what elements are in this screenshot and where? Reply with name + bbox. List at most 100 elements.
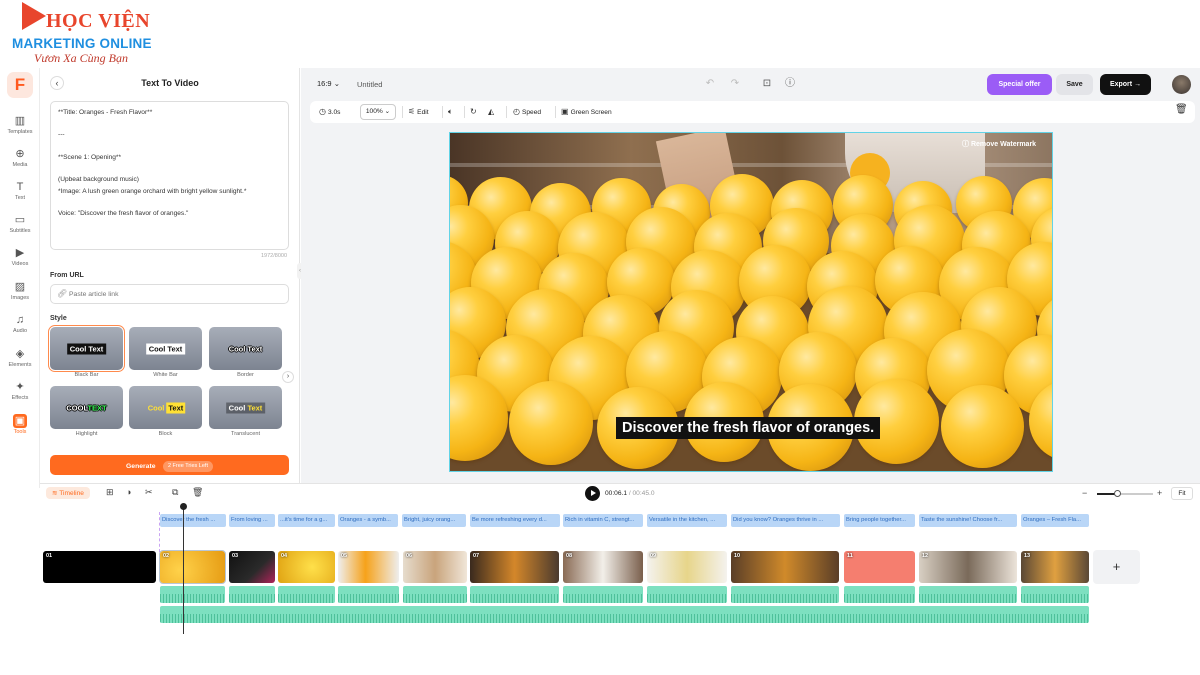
scissors-icon[interactable]: ✂ xyxy=(145,487,153,498)
playhead-handle[interactable] xyxy=(180,503,187,510)
timeline-clip[interactable]: 03 xyxy=(229,551,275,583)
caption-block[interactable]: Discover the fresh ... xyxy=(160,514,226,527)
app-logo[interactable]: F xyxy=(7,72,33,98)
caption-block[interactable]: From loving ... xyxy=(229,514,275,527)
timeline-tab[interactable]: ≋ Timeline xyxy=(46,487,90,499)
delete-icon[interactable]: 🗑︎ xyxy=(192,487,203,498)
green-screen-button[interactable]: ▣ Green Screen xyxy=(561,107,612,116)
subtitle-overlay[interactable]: Discover the fresh flavor of oranges. xyxy=(616,417,881,439)
editor-workspace: 16:9 ⌄ Untitled ↶ ↷ ⊡ ⓘ Special offer Sa… xyxy=(301,68,1200,483)
style-card-block[interactable]: Cool Text xyxy=(129,386,202,429)
caption-block[interactable]: Versatile in the kitchen, ... xyxy=(647,514,727,527)
timeline-clip[interactable]: 01 xyxy=(43,551,156,583)
special-offer-button[interactable]: Special offer xyxy=(987,74,1052,95)
trash-icon[interactable]: 🗑︎ xyxy=(1175,104,1188,115)
caption-block[interactable]: Did you know? Oranges thrive in ... xyxy=(731,514,840,527)
left-rail: F ▥ Templates ⊕ Media T Text ▭ Subtitles ▶ Videos… xyxy=(0,68,40,488)
script-textarea[interactable]: **Title: Oranges - Fresh Flavor** --- **Sc… xyxy=(50,101,289,250)
caption-block[interactable]: Bright, juicy orang... xyxy=(402,514,466,527)
zoom-knob[interactable] xyxy=(1114,490,1121,497)
help-icon[interactable]: ⓘ xyxy=(783,77,797,91)
generate-label: Generate xyxy=(126,463,156,470)
save-button[interactable]: Save xyxy=(1056,74,1093,95)
caption-block[interactable]: Rich in vitamin C, strengt... xyxy=(563,514,643,527)
duplicate-icon[interactable]: ⧉ xyxy=(172,487,178,498)
rail-item-audio[interactable]: ♫ Audio xyxy=(0,311,40,343)
project-title[interactable]: Untitled xyxy=(357,80,382,89)
timeline-clip[interactable]: 08 xyxy=(563,551,643,583)
timeline-clip[interactable]: 02 xyxy=(159,550,226,584)
voice-clip[interactable] xyxy=(278,586,335,603)
split-icon[interactable]: ◑ xyxy=(126,487,131,497)
voice-clip[interactable] xyxy=(563,586,643,603)
play-button[interactable] xyxy=(585,486,600,501)
avatar[interactable] xyxy=(1172,75,1191,94)
timeline-clip[interactable]: 09 xyxy=(647,551,727,583)
speed-button[interactable]: ◴ Speed xyxy=(513,107,541,116)
caption-block[interactable]: Oranges – Fresh Fla... xyxy=(1021,514,1089,527)
rail-item-media[interactable]: ⊕ Media xyxy=(0,145,40,177)
rail-item-videos[interactable]: ▶ Videos xyxy=(0,244,40,276)
music-track[interactable] xyxy=(160,606,1089,623)
export-button[interactable]: Export → xyxy=(1100,74,1151,95)
timeline-zoom-slider[interactable] xyxy=(1097,490,1153,497)
style-card-black-bar[interactable]: Cool Text xyxy=(48,325,125,372)
caption-block[interactable]: ...it's time for a g... xyxy=(278,514,335,527)
zoom-select[interactable]: 100% ⌄ xyxy=(360,104,396,120)
url-input[interactable] xyxy=(69,288,279,301)
zoom-out-icon[interactable]: − xyxy=(1082,488,1087,498)
rail-item-images[interactable]: ▨ Images xyxy=(0,278,40,310)
rail-item-templates[interactable]: ▥ Templates xyxy=(0,112,40,144)
timeline-clip[interactable]: 06 xyxy=(403,551,467,583)
style-card-translucent[interactable]: Cool Text xyxy=(209,386,282,429)
volume-icon[interactable]: 🔈︎ xyxy=(448,107,455,117)
fit-button[interactable]: Fit xyxy=(1171,487,1193,500)
rail-item-text[interactable]: T Text xyxy=(0,178,40,210)
voice-clip[interactable] xyxy=(160,586,225,603)
timeline-clip[interactable]: 07 xyxy=(470,551,559,583)
screenshot-icon[interactable]: ⊡ xyxy=(760,77,774,91)
timeline-clip[interactable]: 05 xyxy=(338,551,399,583)
playhead[interactable] xyxy=(183,504,184,634)
video-preview[interactable]: ⓘ Remove Watermark Discover the fresh fl… xyxy=(449,132,1053,472)
duration-button[interactable]: ◷ 3.0s xyxy=(319,107,340,116)
caption-block[interactable]: Oranges - a symb... xyxy=(338,514,398,527)
rail-item-elements[interactable]: ◈ Elements xyxy=(0,345,40,377)
timeline-clip[interactable]: 13 xyxy=(1021,551,1089,583)
aspect-ratio-select[interactable]: 16:9 ⌄ xyxy=(317,79,340,88)
rotate-icon[interactable]: ↻ xyxy=(470,107,479,116)
voice-clip[interactable] xyxy=(229,586,275,603)
voice-clip[interactable] xyxy=(338,586,399,603)
edit-button[interactable]: ⚟ Edit xyxy=(408,107,429,116)
voice-clip[interactable] xyxy=(919,586,1017,603)
url-field[interactable]: 🔗︎ xyxy=(50,284,289,304)
timeline-clip[interactable]: 10 xyxy=(731,551,839,583)
timeline-clip[interactable]: 04 xyxy=(278,551,335,583)
caption-block[interactable]: Taste the sunshine! Choose fr... xyxy=(919,514,1017,527)
voice-clip[interactable] xyxy=(1021,586,1089,603)
style-card-highlight[interactable]: COOLTEXT xyxy=(50,386,123,429)
rail-item-tools[interactable]: ▣ Tools xyxy=(0,412,40,444)
voice-clip[interactable] xyxy=(403,586,467,603)
style-card-white-bar[interactable]: Cool Text xyxy=(129,327,202,370)
add-icon[interactable]: ⊞ xyxy=(106,487,114,498)
remove-watermark-button[interactable]: ⓘ Remove Watermark xyxy=(962,139,1036,149)
redo-icon[interactable]: ↷ xyxy=(728,77,742,91)
voice-clip[interactable] xyxy=(731,586,839,603)
style-card-border[interactable]: Cool Text xyxy=(209,327,282,370)
voice-clip[interactable] xyxy=(647,586,727,603)
add-clip-button[interactable]: + xyxy=(1093,550,1140,584)
caption-block[interactable]: Be more refreshing every d... xyxy=(470,514,560,527)
timeline-clip[interactable]: 11 xyxy=(844,551,915,583)
flip-icon[interactable]: ◭ xyxy=(488,107,496,116)
voice-clip[interactable] xyxy=(844,586,915,603)
rail-item-effects[interactable]: ✦ Effects xyxy=(0,378,40,410)
timeline-clip[interactable]: 12 xyxy=(919,551,1017,583)
generate-button[interactable]: Generate 2 Free Tries Left xyxy=(50,455,289,475)
voice-clip[interactable] xyxy=(470,586,559,603)
zoom-in-icon[interactable]: + xyxy=(1157,488,1162,498)
styles-next-icon[interactable]: › xyxy=(282,371,294,383)
rail-item-subtitles[interactable]: ▭ Subtitles xyxy=(0,211,40,243)
undo-icon[interactable]: ↶ xyxy=(703,77,717,91)
caption-block[interactable]: Bring people together... xyxy=(844,514,915,527)
